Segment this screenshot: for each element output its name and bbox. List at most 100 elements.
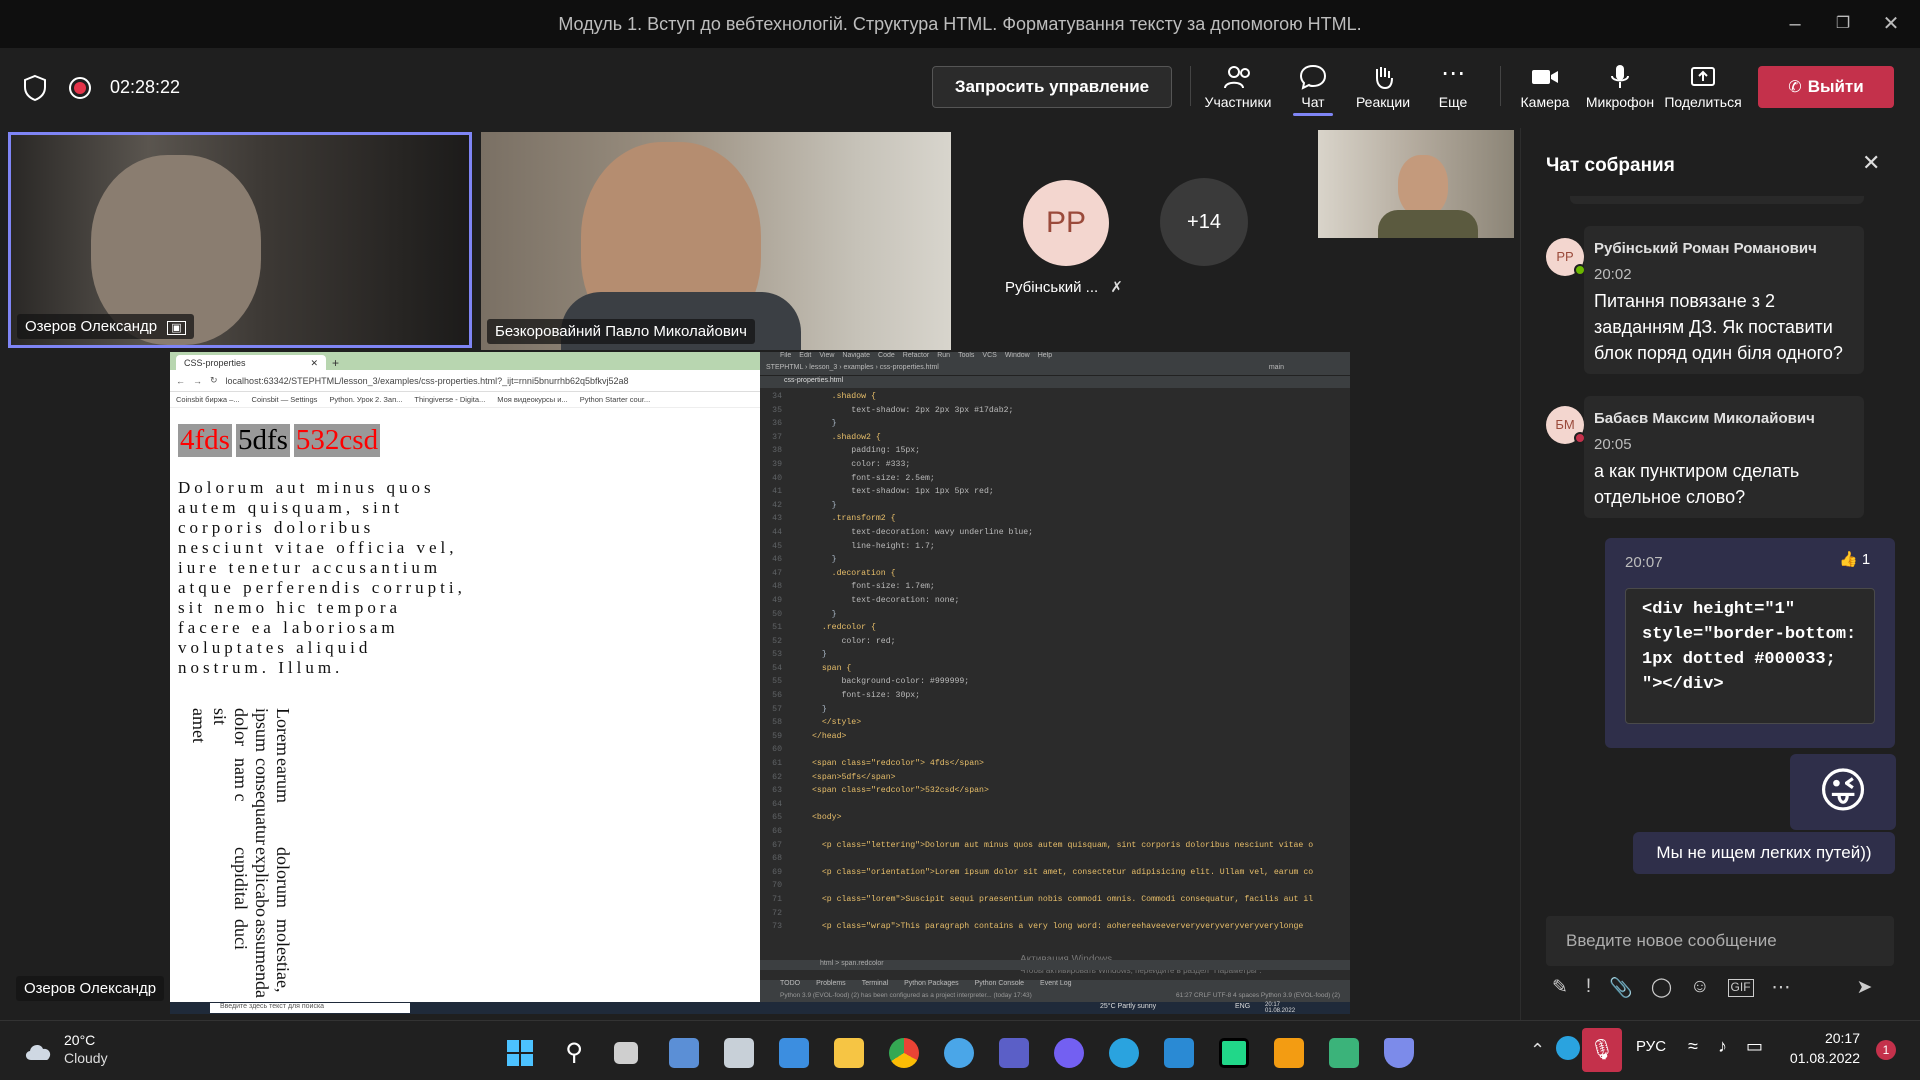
ide-menu-item[interactable]: Tools [958,352,974,362]
code-editor[interactable]: 34 .shadow {35 text-shadow: 2px 2px 3px … [760,390,1338,950]
ide-menu-item[interactable]: Refactor [903,352,929,362]
telegram-icon[interactable] [1109,1038,1139,1068]
search-icon[interactable]: ⚲ [559,1038,589,1068]
calculator-icon[interactable] [724,1038,754,1068]
ide-menu-item[interactable]: VCS [982,352,996,362]
thumbs-up-icon: 👍 [1839,551,1858,568]
tray-chevron-icon[interactable]: ⌃ [1530,1040,1545,1061]
minimize-button[interactable]: – [1775,10,1815,38]
ide-tool-tab[interactable]: Python Console [975,980,1024,992]
chrome-icon[interactable] [889,1038,919,1068]
task-view-icon[interactable] [614,1042,638,1064]
chat-message[interactable]: Рубінський Роман Романович 20:02 Питання… [1584,226,1864,374]
code-line: 65 <body> [760,811,1338,825]
pycharm-icon[interactable] [1219,1038,1249,1068]
video-tile-1[interactable]: Озеров Олександр ▣ [8,132,472,348]
video-tile-2[interactable]: Безкоровайний Павло Миколайович [481,132,951,350]
ide-tool-tab[interactable]: Event Log [1040,980,1072,992]
vscode-icon[interactable] [1164,1038,1194,1068]
ide-file-tab[interactable]: css-properties.html [760,376,1350,388]
format-icon[interactable]: ✎ [1552,976,1568,1006]
ide-menu-item[interactable]: Navigate [842,352,870,362]
ide-menu-item[interactable]: Window [1005,352,1030,362]
mail-icon[interactable] [944,1038,974,1068]
ide-tool-tab[interactable]: Python Packages [904,980,958,992]
tray-mic-icon[interactable]: 🎙 [1582,1028,1622,1072]
code-text: <span class="redcolor">532csd</span> [812,786,989,796]
wifi-icon[interactable]: ≈ [1688,1036,1698,1057]
close-chat-icon[interactable]: ✕ [1862,150,1880,176]
language-indicator[interactable]: РУС [1636,1038,1666,1055]
bookmark-item[interactable]: Coinsbit биржа –... [176,395,240,404]
share-button[interactable]: Поделиться [1663,58,1743,120]
bookmark-item[interactable]: Coinsbit — Settings [252,395,318,404]
leave-button[interactable]: ✆ Выйти [1758,66,1894,108]
browser-tab[interactable]: CSS-properties ✕ [176,355,326,370]
bookmark-item[interactable]: Python Starter cour... [580,395,650,404]
attach-icon[interactable]: 📎 [1609,976,1633,1006]
bookmark-item[interactable]: Моя видеокурсы и... [497,395,567,404]
avatar[interactable]: PP [1023,180,1109,266]
more-options-icon[interactable]: ⋯ [1772,976,1791,1006]
span-row: 4fds 5dfs 532csd [178,424,381,457]
emoji-message[interactable]: 😜 [1790,754,1896,830]
chat-button[interactable]: Чат [1273,58,1353,120]
gif-icon[interactable]: GIF [1727,979,1754,997]
start-icon[interactable] [505,1038,535,1068]
shared-screen[interactable]: CSS-properties ✕ + ← → ↻ localhost:63342/ST… [170,352,1350,1014]
priority-icon[interactable]: ! [1586,976,1591,1006]
ide-menu-item[interactable]: Edit [799,352,811,362]
message-input[interactable]: Введите новое сообщение [1546,916,1894,966]
tray-telegram-icon[interactable] [1556,1036,1580,1060]
sublime-icon[interactable] [1274,1038,1304,1068]
more-label: Еще [1438,94,1468,110]
thumbs-up-reaction[interactable]: 👍 1 [1839,550,1870,568]
mic-button[interactable]: Микрофон [1580,58,1660,120]
camera-button[interactable]: Камера [1505,58,1585,120]
more-participants-button[interactable]: +14 [1160,178,1248,266]
viber-icon[interactable] [1054,1038,1084,1068]
ide-menu-item[interactable]: File [780,352,791,362]
ide-menu-item[interactable]: View [819,352,834,362]
explorer-icon[interactable] [834,1038,864,1068]
ide-tool-tab[interactable]: TODO [780,980,800,992]
own-message[interactable]: 20:07 👍 1 <div height="1" style="border-… [1605,538,1895,748]
reactions-button[interactable]: Реакции [1343,58,1423,120]
bookmark-item[interactable]: Python. Урок 2. Зап... [329,395,402,404]
send-icon[interactable]: ➤ [1857,976,1873,1006]
new-tab-icon[interactable]: + [332,356,339,370]
ide-tool-tabs: TODO Problems Terminal Python Packages Pytho… [760,980,1350,992]
self-video-tile[interactable] [1318,130,1514,238]
notepad-icon[interactable] [779,1038,809,1068]
ide-window: File Edit View Navigate Code Refactor Run Tools… [760,352,1350,1014]
restore-button[interactable]: ❐ [1823,10,1863,38]
shield-icon[interactable] [22,74,48,102]
ide-menu-item[interactable]: Code [878,352,895,362]
volume-icon[interactable]: ♪ [1718,1036,1727,1057]
weather-status[interactable]: Cloudy [64,1050,108,1066]
url-field[interactable]: localhost:63342/STEPHTML/lesson_3/exampl… [226,376,629,386]
close-window-button[interactable]: ✕ [1871,10,1911,38]
emoji-icon[interactable]: ☺ [1690,976,1709,1006]
ide-tool-tab[interactable]: Terminal [862,980,888,992]
request-control-button[interactable]: Запросить управление [932,66,1172,108]
ide-menu-item[interactable]: Run [937,352,950,362]
bookmark-item[interactable]: Thingiverse - Digita... [414,395,485,404]
ide-tool-tab[interactable]: Problems [816,980,846,992]
loop-icon[interactable]: ◯ [1651,976,1672,1006]
chat-message[interactable]: Бабаєв Максим Миколайович 20:05 а как пу… [1584,396,1864,518]
code-line: 69 <p class="orientation">Lorem ipsum do… [760,866,1338,880]
teams-icon[interactable] [999,1038,1029,1068]
battery-icon[interactable]: ▭ [1746,1036,1763,1057]
settings-icon[interactable] [669,1038,699,1068]
clock-date[interactable]: 01.08.2022 [1770,1050,1860,1066]
weather-temp[interactable]: 20°C [64,1032,95,1048]
more-button[interactable]: ⋯ Еще [1413,58,1493,120]
vpn-icon[interactable] [1384,1038,1414,1068]
participants-button[interactable]: Участники [1198,58,1278,120]
own-message[interactable]: Мы не ищем легких путей)) [1633,832,1895,874]
clock-time[interactable]: 20:17 [1790,1030,1860,1046]
ide-menu-item[interactable]: Help [1038,352,1052,362]
stack-app-icon[interactable] [1329,1038,1359,1068]
notification-badge[interactable]: 1 [1876,1040,1896,1060]
